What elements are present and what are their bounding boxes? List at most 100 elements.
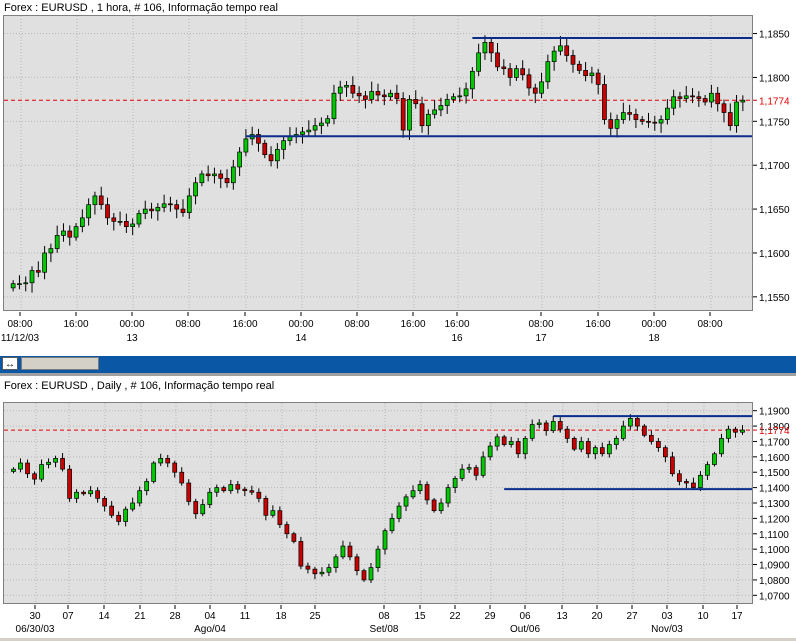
candle-down bbox=[627, 112, 632, 115]
price-tick-label: 1,1200 bbox=[759, 514, 790, 525]
candle-up bbox=[558, 45, 563, 52]
time-tick-label: 08:00 bbox=[344, 319, 369, 330]
time-tick-label: 13 bbox=[556, 611, 568, 622]
time-tick-label: 06 bbox=[519, 611, 531, 622]
pane-divider[interactable]: ↔ bbox=[0, 356, 796, 373]
candle-up bbox=[432, 109, 437, 115]
price-tick-label: 1,1700 bbox=[759, 161, 790, 172]
candle-down bbox=[599, 447, 605, 455]
candle-down bbox=[81, 491, 86, 495]
candle-down bbox=[263, 498, 269, 516]
daily-chart-panel: Forex : EURUSD , Daily , # 106, Informaç… bbox=[0, 376, 796, 638]
date-tick-label: 16 bbox=[451, 333, 463, 344]
time-tick-label: 21 bbox=[134, 611, 146, 622]
candle-up bbox=[46, 461, 51, 465]
divider-scroll-track[interactable] bbox=[21, 357, 99, 370]
resize-handle-icon[interactable]: ↔ bbox=[2, 357, 18, 370]
candle-down bbox=[652, 121, 658, 124]
time-tick-label: 00:00 bbox=[288, 319, 313, 330]
candle-down bbox=[727, 112, 733, 127]
candle-down bbox=[501, 436, 507, 445]
time-tick-label: 29 bbox=[484, 611, 496, 622]
candle-up bbox=[142, 208, 148, 214]
candle-down bbox=[291, 533, 297, 542]
candle-down bbox=[656, 441, 661, 448]
date-tick-label: 11/12/03 bbox=[1, 333, 40, 344]
candle-up bbox=[444, 99, 450, 106]
candle-up bbox=[326, 567, 332, 573]
date-tick-label: Set/08 bbox=[370, 624, 399, 635]
candle-up bbox=[74, 491, 79, 499]
daily-plot-area[interactable] bbox=[3, 402, 753, 604]
candle-down bbox=[733, 428, 738, 433]
candle-down bbox=[347, 545, 353, 558]
candle-up bbox=[193, 182, 198, 197]
hourly-time-axis: 08:00 11/12/03 16:00 00:00 13 08:00 16:00 00:00… bbox=[1, 312, 723, 344]
time-tick-label: 08 bbox=[378, 611, 390, 622]
candle-up bbox=[300, 131, 305, 135]
candle-down bbox=[526, 74, 532, 89]
daily-candles bbox=[4, 403, 752, 603]
candle-down bbox=[495, 52, 500, 68]
candle-up bbox=[212, 173, 217, 177]
daily-time-axis: 30 06/30/03 07 14 21 28 04 Ago/04 11 18 25 08 Set/08… bbox=[16, 605, 743, 635]
candle-up bbox=[48, 248, 54, 254]
candle-down bbox=[375, 91, 381, 96]
candle-up bbox=[589, 72, 595, 77]
date-tick-label: 06/30/03 bbox=[16, 624, 55, 635]
candle-up bbox=[144, 481, 150, 492]
price-tick-label: 1,1850 bbox=[759, 30, 790, 41]
time-tick-label: 16:00 bbox=[585, 319, 610, 330]
candle-up bbox=[117, 221, 123, 223]
candle-down bbox=[149, 208, 154, 212]
candle-up bbox=[508, 441, 514, 445]
candle-up bbox=[388, 92, 393, 98]
price-tick-label: 1,1500 bbox=[759, 468, 790, 479]
candle-up bbox=[451, 96, 456, 100]
price-tick-label: 1,1300 bbox=[759, 499, 790, 510]
candle-down bbox=[507, 68, 513, 78]
candle-up bbox=[592, 447, 598, 455]
candle-up bbox=[482, 41, 488, 54]
candle-down bbox=[116, 514, 121, 522]
price-tick-label: 1,1600 bbox=[759, 249, 790, 260]
time-tick-label: 28 bbox=[169, 611, 181, 622]
candle-up bbox=[53, 458, 58, 463]
candle-down bbox=[168, 203, 173, 206]
candle-up bbox=[614, 119, 620, 129]
hourly-plot-area[interactable] bbox=[3, 15, 753, 311]
candle-down bbox=[690, 95, 695, 98]
candle-up bbox=[325, 118, 331, 124]
candle-down bbox=[32, 473, 37, 480]
daily-chart-title: Forex : EURUSD , Daily , # 106, Informaç… bbox=[4, 380, 275, 392]
candle-down bbox=[608, 119, 614, 129]
price-tick-label: 1,1750 bbox=[759, 117, 790, 128]
candle-down bbox=[543, 422, 549, 432]
candle-up bbox=[312, 125, 318, 131]
candle-up bbox=[709, 92, 714, 103]
candle-up bbox=[344, 84, 349, 88]
candle-up bbox=[337, 86, 343, 94]
candle-down bbox=[180, 208, 186, 213]
candle-up bbox=[665, 107, 670, 120]
candle-down bbox=[721, 103, 727, 113]
candle-down bbox=[312, 568, 318, 575]
candle-up bbox=[551, 50, 557, 62]
price-tick-label: 1,1600 bbox=[759, 453, 790, 464]
hourly-chart-title: Forex : EURUSD , 1 hora, # 106, Informaç… bbox=[4, 2, 278, 14]
candle-up bbox=[340, 545, 346, 558]
candle-down bbox=[284, 524, 290, 535]
time-tick-label: 11 bbox=[240, 611, 251, 622]
candle-down bbox=[424, 484, 430, 501]
candle-up bbox=[237, 151, 242, 168]
candle-up bbox=[606, 444, 612, 455]
candle-up bbox=[161, 203, 167, 208]
time-tick-label: 27 bbox=[626, 611, 638, 622]
candle-down bbox=[557, 421, 563, 430]
time-tick-label: 00:00 bbox=[119, 319, 144, 330]
candle-up bbox=[200, 504, 206, 515]
candle-up bbox=[620, 112, 626, 120]
candle-up bbox=[613, 438, 619, 445]
candle-down bbox=[696, 96, 702, 99]
candle-down bbox=[635, 418, 640, 427]
